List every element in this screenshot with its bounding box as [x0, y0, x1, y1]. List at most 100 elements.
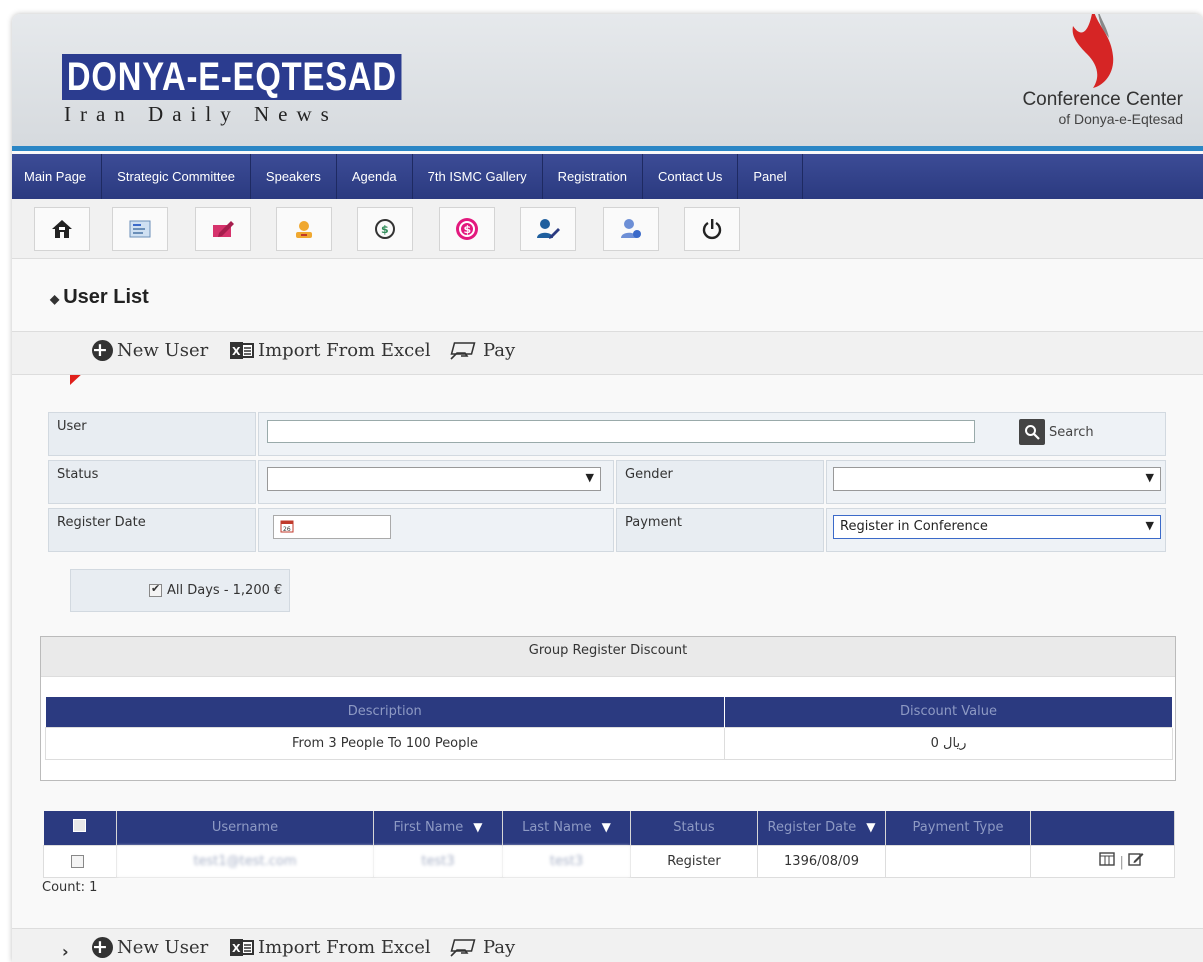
search-icon: [1019, 419, 1045, 445]
filter-row-status: Status ▼ Gender ▼: [48, 460, 1166, 507]
row-select-cell: [43, 844, 117, 878]
dropdown-caret-icon: ▼: [1145, 519, 1154, 532]
plus-circle-icon: +: [92, 937, 113, 958]
nav-registration[interactable]: Registration: [543, 154, 644, 199]
col-register-date[interactable]: Register Date ▼: [757, 811, 886, 845]
all-days-checkbox[interactable]: [149, 582, 162, 597]
svg-text:$: $: [381, 223, 389, 236]
pay-label: Pay: [483, 340, 516, 361]
power-icon[interactable]: [684, 207, 740, 251]
col-last-name[interactable]: Last Name ▼: [502, 811, 631, 845]
form-icon[interactable]: [112, 207, 168, 251]
import-excel-label: Import From Excel: [258, 937, 431, 958]
import-excel-label: Import From Excel: [258, 340, 431, 361]
col-status[interactable]: Status: [630, 811, 758, 845]
register-date-input[interactable]: 26: [273, 515, 391, 539]
money-refresh-icon[interactable]: $: [357, 207, 413, 251]
svg-text:X: X: [232, 345, 241, 358]
col-register-date-label: Register Date: [767, 820, 857, 836]
filter-icon[interactable]: ▼: [866, 820, 875, 834]
gender-select[interactable]: ▼: [833, 467, 1161, 491]
import-excel-button-bottom[interactable]: X Import From Excel: [230, 937, 431, 958]
gender-filter-label: Gender: [616, 460, 824, 504]
filter-icon[interactable]: ▼: [602, 820, 611, 834]
discount-value-cell: 0 ریال: [724, 726, 1173, 760]
row-actions-cell: |: [1030, 844, 1175, 878]
group-discount-title: Group Register Discount: [41, 637, 1175, 677]
user-filter-cell: Search: [258, 412, 1166, 456]
new-user-button[interactable]: + New User: [92, 340, 208, 361]
filter-icon[interactable]: ▼: [473, 820, 482, 834]
payment-circle-icon[interactable]: $: [439, 207, 495, 251]
search-label: Search: [1049, 424, 1094, 440]
tag-icon: ◆: [50, 292, 60, 306]
nav-contact-us[interactable]: Contact Us: [643, 154, 739, 199]
view-details-icon[interactable]: [1099, 852, 1116, 866]
pay-button[interactable]: Pay: [449, 340, 515, 361]
discount-description-cell: From 3 People To 100 People: [45, 726, 725, 760]
col-payment-type[interactable]: Payment Type: [885, 811, 1031, 845]
status-select[interactable]: ▼: [267, 467, 601, 491]
icon-toolbar: $ $: [12, 199, 1203, 259]
payment-select[interactable]: Register in Conference ▼: [833, 515, 1161, 539]
payment-filter-label: Payment: [616, 508, 824, 552]
logo-tagline: Iran Daily News: [64, 102, 338, 126]
edit-icon[interactable]: [1128, 852, 1144, 866]
site-logo[interactable]: DONYA-E-EQTESAD Iran Daily News: [62, 54, 476, 127]
new-user-label: New User: [117, 340, 209, 361]
group-discount-panel: Group Register Discount Description Disc…: [40, 636, 1176, 781]
user-info-icon[interactable]: [603, 207, 659, 251]
chevron-right-icon[interactable]: ›: [62, 942, 69, 961]
new-user-button-bottom[interactable]: + New User: [92, 937, 208, 958]
col-first-name[interactable]: First Name ▼: [373, 811, 503, 845]
search-button[interactable]: Search: [1019, 419, 1094, 445]
all-days-label: All Days - 1,200 €: [167, 583, 283, 598]
col-last-name-label: Last Name: [522, 820, 592, 836]
hand-cash-icon: [449, 341, 479, 361]
status-filter-label: Status: [48, 460, 256, 504]
pay-label: Pay: [483, 937, 516, 958]
nav-gallery[interactable]: 7th ISMC Gallery: [413, 154, 543, 199]
col-username[interactable]: Username: [116, 811, 374, 845]
col-actions: [1030, 811, 1175, 845]
pay-button-bottom[interactable]: Pay: [449, 937, 515, 958]
discount-col-description: Description: [45, 697, 725, 727]
nav-agenda[interactable]: Agenda: [337, 154, 413, 199]
home-icon[interactable]: [34, 207, 90, 251]
new-user-label: New User: [117, 937, 209, 958]
import-excel-button[interactable]: X Import From Excel: [230, 340, 431, 361]
dropdown-caret-icon: ▼: [1145, 471, 1154, 484]
user-edit-icon[interactable]: [520, 207, 576, 251]
logo-title: DONYA-E-EQTESAD: [62, 54, 402, 100]
edit-card-icon[interactable]: [195, 207, 251, 251]
payment-type-cell: [885, 844, 1031, 878]
user-search-input[interactable]: [267, 420, 975, 443]
svg-text:X: X: [232, 942, 241, 955]
excel-icon: X: [230, 340, 254, 361]
table-row[interactable]: test1@test.com test3 test3 Register 1396…: [43, 844, 1175, 878]
status-cell: Register: [630, 844, 758, 878]
row-count: Count: 1: [42, 880, 98, 895]
user-badge-icon[interactable]: [276, 207, 332, 251]
select-all-header: [43, 811, 117, 845]
svg-text:26: 26: [283, 526, 291, 533]
filter-row-date: Register Date 26 Payment Register in Con…: [48, 508, 1166, 555]
nav-main-page[interactable]: Main Page: [12, 154, 103, 199]
nav-speakers[interactable]: Speakers: [251, 154, 337, 199]
nav-strategic-committee[interactable]: Strategic Committee: [102, 154, 251, 199]
conference-title: Conference Center: [1022, 89, 1183, 110]
gender-filter-cell: ▼: [826, 460, 1166, 504]
row-checkbox[interactable]: [71, 854, 84, 868]
site-header: DONYA-E-EQTESAD Iran Daily News Conferen…: [12, 14, 1203, 146]
username-cell: test1@test.com: [116, 844, 374, 878]
page-title: ◆ User List: [50, 286, 149, 309]
payment-filter-cell: Register in Conference ▼: [826, 508, 1166, 552]
select-all-checkbox[interactable]: [73, 819, 87, 833]
calendar-icon: 26: [280, 520, 294, 533]
app-frame: DONYA-E-EQTESAD Iran Daily News Conferen…: [12, 14, 1203, 962]
flame-logo-icon: [1072, 14, 1114, 88]
nav-panel[interactable]: Panel: [738, 154, 803, 199]
table-row: From 3 People To 100 People 0 ریال: [45, 726, 1173, 760]
plus-circle-icon: +: [92, 340, 113, 361]
conference-subtitle: of Donya-e-Eqtesad: [1058, 111, 1183, 127]
